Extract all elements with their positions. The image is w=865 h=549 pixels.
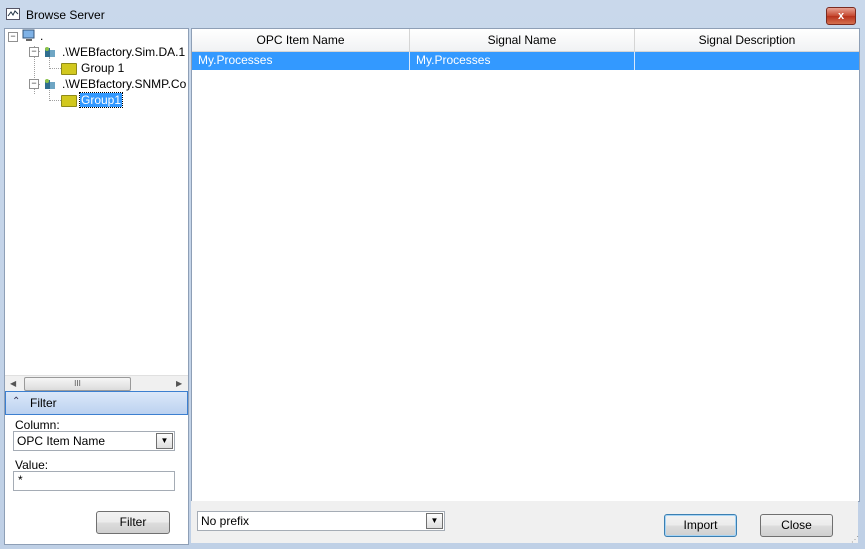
tree-label-server-1: .\WEBfactory.Sim.DA.1 [62,45,186,59]
filter-button[interactable]: Filter [96,511,170,534]
import-button[interactable]: Import [664,514,737,537]
title-bar: Browse Server x [0,0,865,28]
window-title: Browse Server [26,8,105,22]
cell-opc-item-name: My.Processes [192,52,410,70]
collapse-icon[interactable]: − [8,32,18,42]
cell-signal-name: My.Processes [410,52,635,70]
value-input[interactable]: * [13,471,175,491]
resize-grip-icon[interactable]: ⋰ [851,535,861,545]
column-select[interactable]: OPC Item Name ▼ [13,431,175,451]
chevron-down-icon[interactable]: ▼ [156,433,173,449]
opc-server-icon [45,47,55,57]
column-header-signal-name[interactable]: Signal Name [410,29,635,51]
table-row[interactable]: My.Processes My.Processes [192,52,859,70]
scroll-right-icon[interactable]: ▶ [176,379,182,388]
collapse-chevron-icon[interactable]: ⌃ [12,396,20,407]
column-header-signal-description[interactable]: Signal Description [635,29,859,51]
tree-label-root: . [40,29,44,43]
collapse-icon[interactable]: − [29,47,39,57]
tree-node-group[interactable]: Group 1 [5,61,185,76]
server-tree[interactable]: − . − .\WEBfactory.Sim.DA.1 Group 1 − .\… [5,29,188,375]
bottom-bar: No prefix ▼ Import Close [191,501,858,543]
window-close-button[interactable]: x [826,7,856,25]
tree-label-group-2: Group1 [78,92,124,108]
tree-node-server[interactable]: − .\WEBfactory.Sim.DA.1 [5,45,185,60]
opc-server-icon [45,79,55,89]
scroll-thumb[interactable]: III [24,377,131,391]
close-button[interactable]: Close [760,514,833,537]
filter-header-label: Filter [30,396,57,410]
left-panel: − . − .\WEBfactory.Sim.DA.1 Group 1 − .\… [4,28,189,545]
collapse-icon[interactable]: − [29,79,39,89]
chevron-down-icon[interactable]: ▼ [426,513,443,529]
browse-server-window: Browse Server x − . − .\WEBfactory.Sim.D… [0,0,865,549]
signals-grid: OPC Item Name Signal Name Signal Descrip… [191,28,860,502]
prefix-select-value: No prefix [201,514,250,528]
prefix-select[interactable]: No prefix ▼ [197,511,445,531]
value-label: Value: [15,458,49,472]
filter-panel-header[interactable]: ⌃ Filter [5,391,188,415]
tree-label-group-1: Group 1 [81,61,125,75]
folder-icon [61,63,77,75]
tree-label-server-2: .\WEBfactory.SNMP.Co [62,77,187,91]
value-input-text: * [18,473,23,487]
scroll-left-icon[interactable]: ◀ [10,379,16,388]
column-header-opc-item-name[interactable]: OPC Item Name [192,29,410,51]
computer-icon [22,29,35,41]
tree-node-server[interactable]: − .\WEBfactory.SNMP.Co [5,77,187,92]
app-icon [6,8,20,20]
folder-icon [61,95,77,107]
tree-node-root[interactable]: − . [5,29,185,44]
column-label: Column: [15,418,60,432]
grid-header: OPC Item Name Signal Name Signal Descrip… [192,29,859,52]
column-select-value: OPC Item Name [17,434,106,448]
tree-horizontal-scrollbar[interactable]: ◀ III ▶ [5,375,188,392]
tree-node-group[interactable]: Group1 [5,92,185,108]
cell-signal-description [635,52,859,70]
